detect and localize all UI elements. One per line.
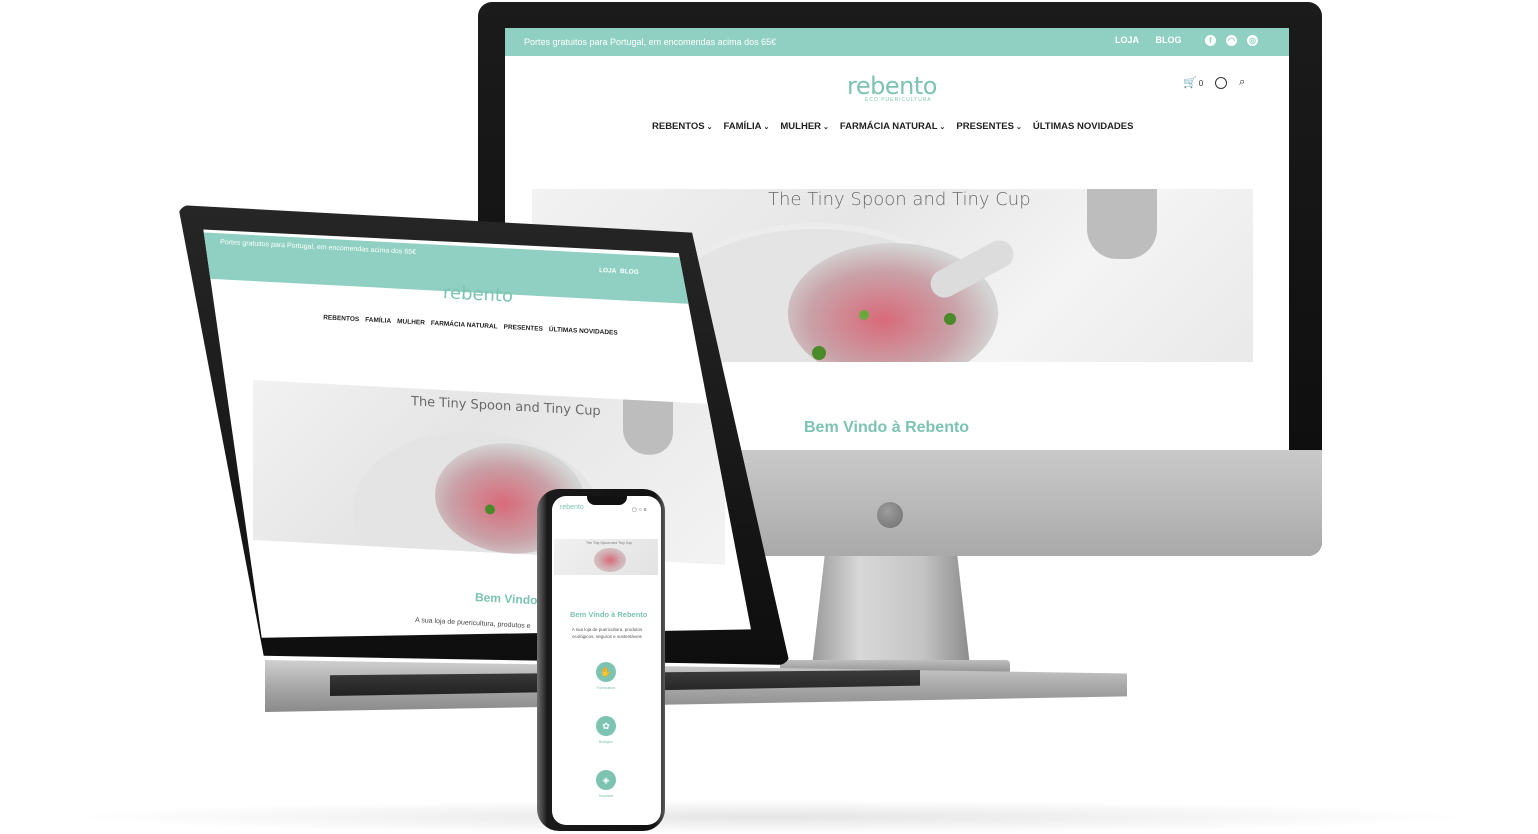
hero-title: The Tiny Spoon and Tiny Cup [768,189,1031,210]
nav-item-mulher[interactable]: MULHER ⌄ [780,121,829,132]
nav-label: FAMÍLIA [723,121,762,132]
site-logo[interactable]: rebento [847,72,937,100]
laptop-main-nav: REBENTOS FAMÍLIA MULHER FARMÁCIA NATURAL… [323,314,618,336]
nav-item-presentes[interactable]: PRESENTES ⌄ [956,121,1021,132]
nav-label: PRESENTES [956,121,1014,132]
laptop-nav-familia[interactable]: FAMÍLIA [365,316,391,324]
messenger-icon[interactable]: ◠ [1226,35,1237,46]
hero-pea [485,504,495,515]
laptop-nav-presentes[interactable]: PRESENTES [503,324,543,333]
cart-icon[interactable]: 🛒 0 [1183,76,1203,89]
logo-subtitle: ECO PUERICULTURA [865,97,932,103]
nav-label: MULHER [780,121,822,132]
laptop-nav-farmacia-natural[interactable]: FARMÁCIA NATURAL [431,320,498,330]
hero-bowl [594,548,626,572]
feature-label: Biológico [598,740,614,744]
plant-icon: ✿ [596,716,616,736]
chevron-down-icon: ⌄ [1015,124,1022,131]
facebook-icon[interactable]: f [1205,35,1216,46]
hero-pea [944,313,956,325]
laptop-top-link-loja[interactable]: LOJA [599,267,617,275]
main-nav: REBENTOS ⌄ FAMÍLIA ⌄ MULHER ⌄ FARMÁCIA NATU… [652,121,1133,132]
phone-site-logo[interactable]: rebento [560,504,584,511]
phone-header-icons: ▢○≡ [632,507,649,513]
hero-pea [812,346,826,360]
laptop-top-link-blog[interactable]: BLOG [620,268,639,276]
top-link-blog[interactable]: BLOG [1156,35,1182,45]
monitor-stand [812,556,970,666]
social-links: f ◠ ◎ [1205,35,1258,46]
chevron-down-icon: ⌄ [823,124,829,131]
nav-label: REBENTOS [652,121,705,132]
nav-item-rebentos[interactable]: REBENTOS ⌄ [652,121,713,132]
phone-notch [587,496,627,505]
laptop-nav-mulher[interactable]: MULHER [397,318,425,326]
feature-label: Puericultura [596,686,616,690]
instagram-icon[interactable]: ◎ [1247,35,1258,46]
hero-cup [623,393,673,457]
nav-item-familia[interactable]: FAMÍLIA ⌄ [724,121,770,132]
laptop-screen: Portes gratuitos para Portugal, em encom… [203,229,751,638]
phone-screen: rebento ▢○≡ The Tiny Spoon and Tiny Cup … [552,496,661,825]
feature-label: Saudável [598,794,614,798]
promo-text: Portes gratuitos para Portugal, em encom… [524,37,777,47]
laptop-nav-rebentos[interactable]: REBENTOS [323,314,359,323]
search-icon[interactable]: ⌕ [1239,76,1245,89]
laptop-site-logo[interactable]: rebento [442,282,513,307]
chevron-down-icon: ⌄ [706,124,713,131]
device-mockup-stage: Portes gratuitos para Portugal, em encom… [0,0,1538,834]
nav-label: ÚLTIMAS NOVIDADES [1032,121,1134,132]
phone-hero-banner[interactable]: The Tiny Spoon and Tiny Cup [554,539,658,575]
chevron-down-icon: ⌄ [939,124,946,131]
nav-item-farmacia-natural[interactable]: FARMÁCIA NATURAL ⌄ [840,121,946,132]
chevron-down-icon: ⌄ [763,124,770,131]
menu-icon[interactable]: ≡ [644,507,649,513]
cart-count: 0 [1198,79,1204,88]
top-link-loja[interactable]: LOJA [1115,35,1139,45]
laptop-hero-title: The Tiny Spoon and Tiny Cup [411,394,601,420]
account-icon[interactable] [1215,76,1228,89]
phone-welcome-title: Bem Vindo à Rebento [570,610,648,619]
promo-bar: Portes gratuitos para Portugal, em encom… [505,28,1289,56]
phone-hero-title: The Tiny Spoon and Tiny Cup [586,541,633,545]
nav-item-ultimas-novidades[interactable]: ÚLTIMAS NOVIDADES [1033,121,1134,132]
bottle-icon: ◈ [596,770,616,790]
hand-drop-icon: ✋ [596,662,616,682]
nav-label: FARMÁCIA NATURAL [839,121,938,132]
header-icons: 🛒 0 ⌕ [1183,76,1245,89]
phone-welcome-text: A sua loja de puericultura, produtos eco… [571,627,643,639]
hero-cup [1087,189,1157,259]
top-links: LOJA BLOG [1115,35,1196,45]
monitor-logo [877,502,903,528]
welcome-title: Bem Vindo à Rebento [804,419,970,436]
floor-shadow [60,800,1480,834]
laptop-welcome-text: A sua loja de puericultura, produtos e [414,616,531,631]
laptop-nav-ultimas-novidades[interactable]: ÚLTIMAS NOVIDADES [549,326,618,337]
cart-icon[interactable]: ▢ [632,507,639,513]
hero-pea [859,310,869,320]
